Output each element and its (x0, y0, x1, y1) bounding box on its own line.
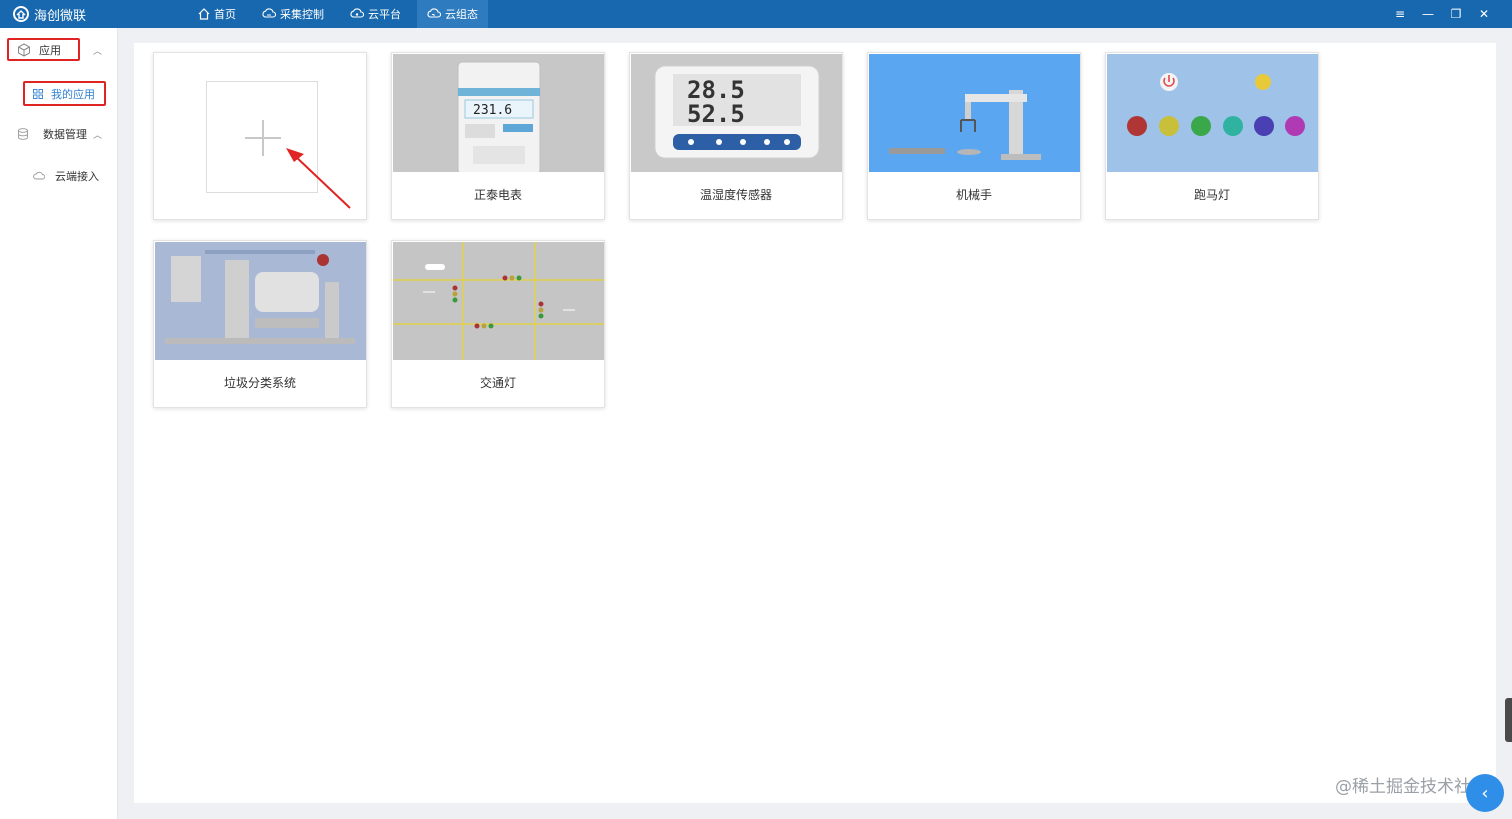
cloud-icon (33, 171, 45, 180)
chevron-up-icon[interactable]: ︿ (93, 44, 102, 57)
card-label: 交通灯 (479, 376, 516, 390)
top-bar: 海创微联 首页 采集控制 云平台 云组态 ≡ — ❐ ✕ (0, 0, 1512, 28)
sidebar-group-data-label: 数据管理 (43, 128, 87, 141)
sidebar-group-apps-label: 应用 (39, 43, 61, 57)
minimize-icon[interactable]: — (1414, 7, 1442, 21)
humidity-reading: 52.5 (687, 100, 745, 128)
chevron-left-icon: ‹ (1481, 782, 1489, 804)
sidebar-group-data[interactable]: 数据管理 (17, 126, 87, 142)
meter-image: 231.6 (393, 54, 604, 172)
cube-icon (18, 42, 30, 57)
sidebar-item-my-apps-label: 我的应用 (51, 87, 95, 101)
app-card-waste-sorting[interactable]: 垃圾分类系统 (153, 240, 367, 408)
menu-icon[interactable]: ≡ (1386, 7, 1414, 21)
sidebar: 应用 ︿ 我的应用 数据管理 ︿ 云端接入 (0, 28, 118, 819)
sidebar-group-apps[interactable]: 应用 (7, 38, 80, 61)
nav-cloud-platform[interactable]: 云平台 (340, 0, 411, 28)
back-button[interactable]: ‹ (1466, 774, 1504, 812)
traffic-light-image (393, 242, 604, 360)
cloud-platform-icon (350, 8, 364, 18)
sidebar-item-cloud-access-label: 云端接入 (55, 170, 99, 183)
close-icon[interactable]: ✕ (1470, 7, 1498, 21)
temp-sensor-image: 28.5 52.5 (631, 54, 842, 172)
sidebar-item-cloud-access[interactable]: 云端接入 (33, 168, 99, 184)
meter-reading: 231.6 (473, 103, 512, 118)
card-label: 跑马灯 (1193, 188, 1230, 202)
app-card-marquee[interactable]: 跑马灯 (1105, 52, 1319, 220)
main-nav: 首页 采集控制 云平台 云组态 (188, 0, 494, 28)
sidebar-item-my-apps[interactable]: 我的应用 (23, 81, 106, 106)
nav-collect-label: 采集控制 (280, 8, 324, 21)
restore-icon[interactable]: ❐ (1442, 7, 1470, 21)
home-icon (198, 8, 210, 20)
main-panel: 231.6 正泰电表 28.5 52.5 温湿度传感器 机械手 跑马灯 垃圾分类… (134, 43, 1496, 803)
app-title: 海创微联 (34, 8, 87, 24)
card-label: 垃圾分类系统 (223, 376, 296, 390)
cloud-sync-icon (262, 8, 276, 18)
app-card-meter[interactable]: 231.6 正泰电表 (391, 52, 605, 220)
add-app-card[interactable] (153, 52, 367, 220)
arrow-annotation-icon (286, 148, 351, 209)
brand[interactable]: 海创微联 (12, 4, 86, 24)
card-label: 正泰电表 (473, 188, 522, 202)
cloud-config-icon (427, 8, 441, 18)
logo-icon (13, 6, 29, 22)
nav-cloud-config[interactable]: 云组态 (417, 0, 488, 28)
card-label: 机械手 (955, 188, 992, 202)
chevron-up-icon[interactable]: ︿ (93, 128, 102, 141)
waste-sorting-image (155, 242, 366, 360)
robot-arm-image (869, 54, 1080, 172)
app-card-traffic-light[interactable]: 交通灯 (391, 240, 605, 408)
app-card-temp-sensor[interactable]: 28.5 52.5 温湿度传感器 (629, 52, 843, 220)
nav-home-label: 首页 (214, 8, 236, 21)
nav-home[interactable]: 首页 (188, 0, 246, 28)
nav-config-label: 云组态 (445, 8, 478, 21)
card-label: 温湿度传感器 (699, 188, 772, 202)
window-controls: ≡ — ❐ ✕ (1386, 0, 1498, 28)
grid-icon (33, 88, 43, 99)
database-icon (18, 128, 28, 140)
marquee-image (1107, 54, 1318, 172)
nav-collect-control[interactable]: 采集控制 (252, 0, 334, 28)
edge-handle[interactable] (1505, 698, 1512, 742)
app-card-robot-arm[interactable]: 机械手 (867, 52, 1081, 220)
nav-platform-label: 云平台 (368, 8, 401, 21)
